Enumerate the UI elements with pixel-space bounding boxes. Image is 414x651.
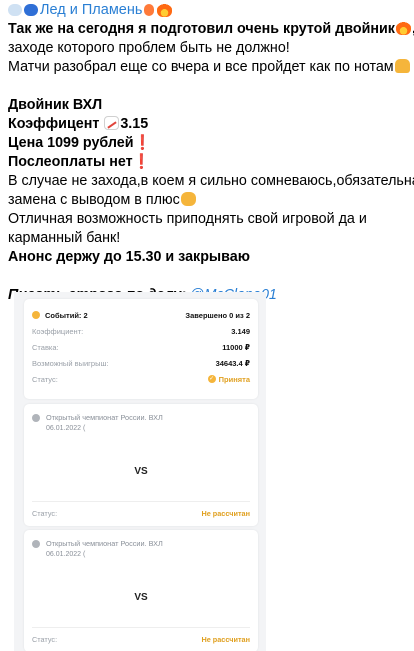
post-line-3: Матчи разобрал еще со вчера и все пройде… xyxy=(8,58,410,77)
bet-screenshot: Событий: 2 Завершено 0 из 2 Коэффициент:… xyxy=(14,292,266,651)
match-title: Открытый чемпионат России. ВХЛ xyxy=(46,539,163,548)
stake-row: Ставка: 11000 ₽ xyxy=(32,342,250,352)
coin-icon xyxy=(32,311,40,319)
status-row: Статус: ✓ Принята xyxy=(32,374,250,384)
win-row: Возможный выигрыш: 34643.4 ₽ xyxy=(32,358,250,368)
candy-emoji xyxy=(144,4,155,16)
post-line-7: карманный банк! xyxy=(8,230,121,246)
blue-ball-emoji xyxy=(24,4,38,16)
match-title: Открытый чемпионат России. ВХЛ xyxy=(46,413,163,422)
exclamation-icon: ❗ xyxy=(132,154,151,170)
telegram-post: Лед и Пламень Так же на сегодня я подгот… xyxy=(8,0,414,305)
match-vs: VS xyxy=(134,592,148,603)
events-count: Событий: 2 xyxy=(32,311,88,320)
pill-icon xyxy=(32,540,40,548)
post-line-4: В случае не захода,в коем я сильно сомне… xyxy=(8,173,414,189)
fire-icon xyxy=(395,21,411,35)
match-date: 06.01.2022 ( xyxy=(46,425,86,432)
post-header-text: Лед и Пламень xyxy=(40,2,143,18)
post-line-8: Анонс держу до 15.30 и закрываю xyxy=(8,249,250,265)
check-icon: ✓ xyxy=(207,375,216,383)
completed-count: Завершено 0 из 2 xyxy=(185,310,250,320)
post-line-coef: Коэффицент 3.15 xyxy=(8,116,149,132)
post-line-5: замена с выводом в плюс xyxy=(8,191,408,210)
bet-summary-card: Событий: 2 Завершено 0 из 2 Коэффициент:… xyxy=(24,299,258,399)
pill-icon xyxy=(32,414,40,422)
post-header: Лед и Пламень xyxy=(8,0,408,20)
post-line-1: Так же на сегодня я подготовил очень кру… xyxy=(8,20,414,39)
post-line-title: Двойник ВХЛ xyxy=(8,97,103,113)
post-line-nopay: Послеоплаты нет❗ xyxy=(8,154,151,170)
match-date: 06.01.2022 ( xyxy=(46,551,86,558)
match-card[interactable]: Открытый чемпионат России. ВХЛ 06.01.202… xyxy=(24,404,258,526)
exclamation-icon: ❗ xyxy=(133,135,152,151)
match-status: Статус: Не рассчитан xyxy=(32,509,250,518)
match-vs: VS xyxy=(134,466,148,477)
fire-icon xyxy=(157,3,173,17)
match-card[interactable]: Открытый чемпионат России. ВХЛ 06.01.202… xyxy=(24,530,258,651)
snowflake-emoji xyxy=(8,4,22,16)
coef-row: Коэффициент: 3.149 xyxy=(32,326,250,336)
handshake-icon xyxy=(180,192,196,206)
match-status: Статус: Не рассчитан xyxy=(32,635,250,644)
post-line-2: заходе которого проблем быть не должно! xyxy=(8,40,290,56)
post-line-price: Цена 1099 рублей❗ xyxy=(8,135,152,151)
post-line-6: Отличная возможность приподнять свой игр… xyxy=(8,211,367,227)
status-accepted: ✓ Принята xyxy=(207,374,250,384)
thumbs-up-icon xyxy=(394,59,410,73)
chart-up-icon xyxy=(104,116,120,130)
